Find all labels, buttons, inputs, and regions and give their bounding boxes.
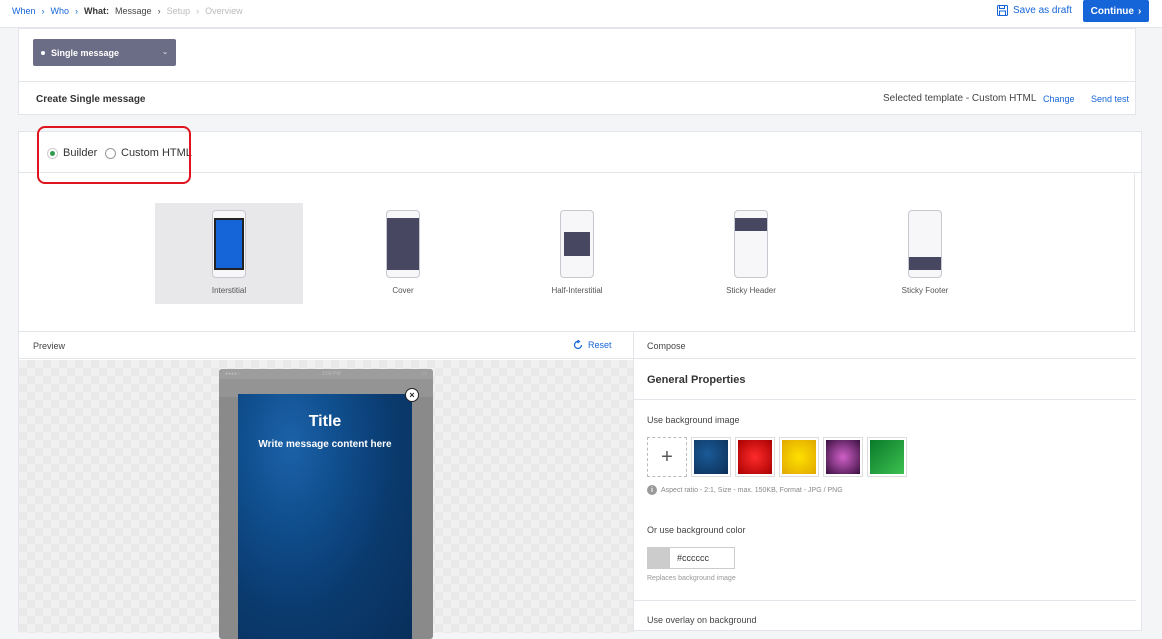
preview-canvas: ●●●●○ 3:00 PM ▭ Title Write message cont… [19,360,633,639]
bg-image-options: + [647,437,907,477]
change-template-link[interactable]: Change [1043,94,1075,104]
refresh-icon [573,340,583,350]
message-title[interactable]: Title [238,413,412,431]
phone-cover-icon [386,210,420,278]
bg-image-label: Use background image [647,415,740,425]
create-title: Create Single message [36,94,146,105]
bg-color-hint: Replaces background image [647,575,736,582]
close-icon[interactable]: × [405,388,419,402]
save-draft-label: Save as draft [1013,5,1072,16]
message-type-panel: Single message ⌄ Create Single message S… [18,28,1136,115]
editor-panel: Builder Custom HTML Interstitial Cover H… [18,131,1142,639]
chevron-right-icon: › [75,6,79,16]
chevron-right-icon: › [196,6,200,16]
add-image-button[interactable]: + [647,437,687,477]
message-type-value: Single message [51,47,120,58]
message-modal[interactable]: Title Write message content here [238,394,412,639]
layout-label: Cover [392,286,414,295]
breadcrumb-overview: Overview [205,6,243,16]
layout-half-interstitial[interactable]: Half-Interstitial [503,203,651,304]
breadcrumb: When › Who › What: Message › Setup › Ove… [12,6,243,16]
breadcrumb-what-value[interactable]: Message [115,6,152,16]
bg-thumb-blue[interactable] [691,437,731,477]
divider [19,81,1135,82]
preview-pane: Preview Reset ●●●●○ 3:00 PM ▭ Title Writ… [19,331,634,639]
message-type-select[interactable]: Single message ⌄ [33,39,176,66]
compose-pane: Compose General Properties Use backgroun… [634,331,1136,632]
bg-image-hint: i Aspect ratio - 2:1, Size - max. 150KB,… [647,485,843,495]
carrier-signal: ●●●●○ [225,371,241,377]
layout-sticky-header[interactable]: Sticky Header [677,203,825,304]
bg-thumb-red[interactable] [735,437,775,477]
breadcrumb-setup: Setup [166,6,191,16]
layout-interstitial[interactable]: Interstitial [155,203,303,304]
device-status-bar: ●●●●○ 3:00 PM ▭ [219,369,433,379]
compose-title: Compose [647,341,686,351]
bg-color-label: Or use background color [647,525,746,535]
chevron-right-icon: › [157,6,161,16]
preview-title: Preview [33,341,66,351]
phone-interstitial-icon [212,210,246,278]
battery-icon: ▭ [422,371,427,377]
breadcrumb-when[interactable]: When [12,6,36,16]
continue-button[interactable]: Continue › [1083,0,1149,22]
chevron-down-icon: ⌄ [162,49,168,56]
color-swatch[interactable] [648,548,670,568]
floppy-disk-icon [997,5,1008,16]
continue-label: Continue [1090,5,1134,17]
layout-label: Sticky Header [726,286,776,295]
layout-sticky-footer[interactable]: Sticky Footer [851,203,999,304]
breadcrumb-what: What: [84,6,110,16]
send-test-link[interactable]: Send test [1091,94,1129,104]
layout-label: Sticky Footer [901,286,949,295]
layout-label: Interstitial [211,286,247,295]
chevron-right-icon: › [41,6,45,16]
bg-thumb-purple[interactable] [823,437,863,477]
divider [634,600,1136,601]
phone-half-interstitial-icon [560,210,594,278]
chevron-right-icon: › [1137,5,1142,17]
bg-color-value: #cccccc [677,553,710,563]
reset-label: Reset [588,340,612,350]
device-time: 3:00 PM [321,371,341,377]
message-body[interactable]: Write message content here [238,439,412,450]
annotation-highlight [37,126,191,184]
compose-header: Compose [634,332,1136,359]
phone-sticky-header-icon [734,210,768,278]
general-properties-title: General Properties [647,374,746,386]
device-frame: ●●●●○ 3:00 PM ▭ Title Write message cont… [219,369,433,639]
top-bar: When › Who › What: Message › Setup › Ove… [0,0,1162,28]
info-icon: i [647,485,657,495]
layout-cover[interactable]: Cover [329,203,477,304]
bullet-icon [41,50,45,55]
bg-image-hint-text: Aspect ratio - 2:1, Size - max. 150KB, F… [661,486,843,494]
reset-button[interactable]: Reset [573,340,612,350]
bg-color-input[interactable]: #cccccc [647,547,735,569]
general-properties-section: General Properties [634,360,1136,400]
phone-sticky-footer-icon [908,210,942,278]
selected-template-label: Selected template - Custom HTML [883,93,1037,104]
layout-label: Half-Interstitial [551,286,603,295]
breadcrumb-who[interactable]: Who [51,6,70,16]
layout-picker: Interstitial Cover Half-Interstitial Sti… [19,174,1135,332]
save-draft-button[interactable]: Save as draft [997,5,1072,16]
bg-thumb-yellow[interactable] [779,437,819,477]
bg-thumb-green[interactable] [867,437,907,477]
preview-header: Preview Reset [19,332,633,359]
